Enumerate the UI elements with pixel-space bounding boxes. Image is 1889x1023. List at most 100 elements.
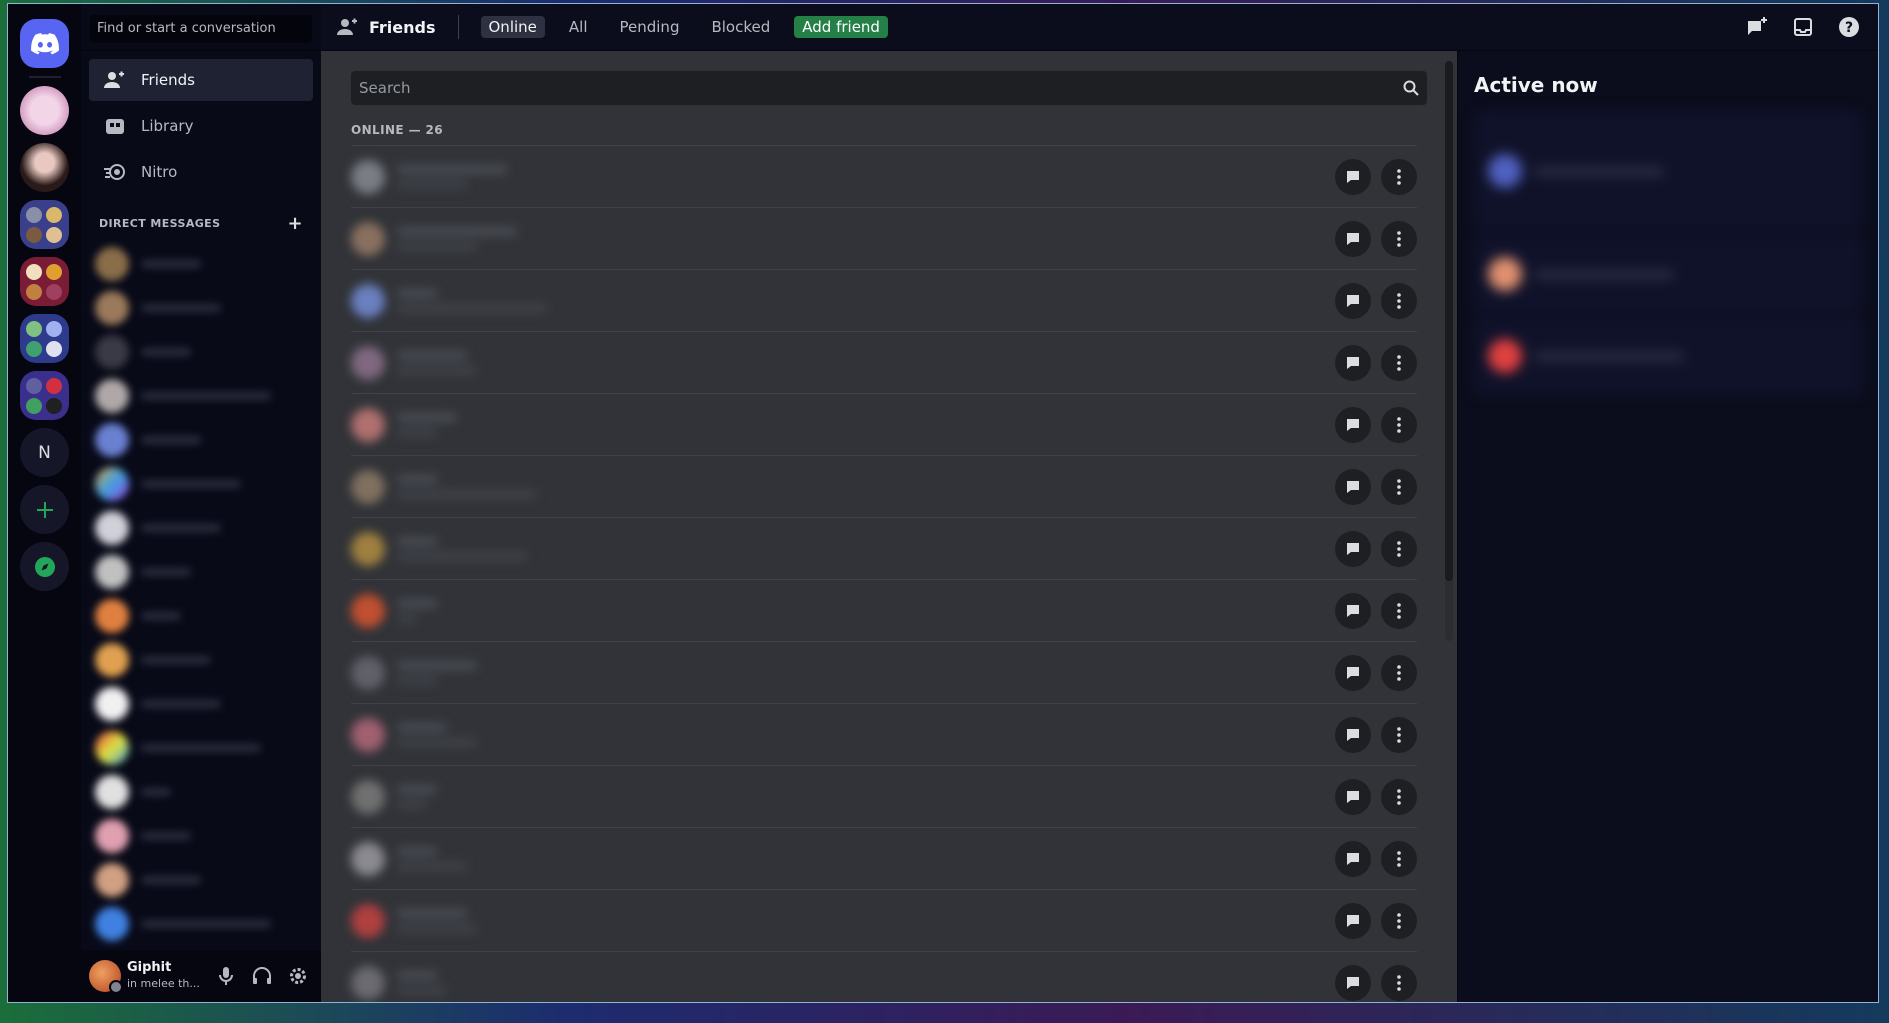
home-button[interactable] [20,19,69,68]
friend-row[interactable] [351,269,1417,331]
friend-row[interactable] [351,455,1417,517]
friend-row[interactable] [351,207,1417,269]
dm-item[interactable] [89,462,313,506]
active-now-card[interactable] [1474,111,1862,231]
nav-nitro[interactable]: Nitro [89,151,313,193]
message-icon[interactable] [1335,592,1371,629]
nav-library[interactable]: Library [89,105,313,147]
dm-header: DIRECT MESSAGES + [81,195,321,242]
friend-row[interactable] [351,331,1417,393]
friend-row[interactable] [351,951,1417,1002]
message-icon[interactable] [1335,964,1371,1001]
more-options-icon[interactable] [1381,964,1417,1001]
friend-info [351,469,871,504]
dm-search-button[interactable]: Find or start a conversation [90,15,312,43]
explore-servers-button[interactable] [20,542,69,591]
dm-item[interactable] [89,814,313,858]
user-meta[interactable]: Giphit in melee th... [127,960,205,992]
inbox-icon[interactable] [1790,14,1816,40]
dm-item[interactable] [89,418,313,462]
add-server-button[interactable] [20,485,69,534]
server-folder[interactable] [20,200,69,249]
active-now-card[interactable] [1474,235,1862,313]
nav-friends[interactable]: Friends [89,59,313,101]
dm-item[interactable] [89,682,313,726]
more-options-icon[interactable] [1381,158,1417,195]
microphone-icon[interactable] [211,961,241,991]
friend-row[interactable] [351,517,1417,579]
more-options-icon[interactable] [1381,654,1417,691]
headphones-icon[interactable] [247,961,277,991]
friend-avatar [351,903,385,938]
more-options-icon[interactable] [1381,468,1417,505]
friend-actions [1335,530,1417,567]
more-options-icon[interactable] [1381,530,1417,567]
message-icon[interactable] [1335,902,1371,939]
more-options-icon[interactable] [1381,220,1417,257]
message-icon[interactable] [1335,220,1371,257]
more-options-icon[interactable] [1381,592,1417,629]
friend-row[interactable] [351,827,1417,889]
friend-row[interactable] [351,393,1417,455]
more-options-icon[interactable] [1381,902,1417,939]
server-icon[interactable] [20,143,69,192]
dm-item[interactable] [89,726,313,770]
dm-item[interactable] [89,858,313,902]
create-dm-icon[interactable]: + [288,213,303,234]
message-icon[interactable] [1335,716,1371,753]
server-folder[interactable] [20,257,69,306]
message-icon[interactable] [1335,840,1371,877]
more-options-icon[interactable] [1381,716,1417,753]
tab-all[interactable]: All [561,16,596,38]
friend-row[interactable] [351,579,1417,641]
friend-search-input[interactable] [359,79,1366,97]
more-options-icon[interactable] [1381,406,1417,443]
dm-item[interactable] [89,770,313,814]
tab-blocked[interactable]: Blocked [703,16,778,38]
scrollbar[interactable] [1445,61,1453,641]
dm-item[interactable] [89,506,313,550]
friend-row[interactable] [351,889,1417,951]
dm-item[interactable] [89,286,313,330]
dm-item[interactable] [89,330,313,374]
friend-row[interactable] [351,641,1417,703]
more-options-icon[interactable] [1381,344,1417,381]
server-folder[interactable] [20,314,69,363]
dm-item[interactable] [89,902,313,946]
more-options-icon[interactable] [1381,778,1417,815]
more-options-icon[interactable] [1381,282,1417,319]
active-now-card[interactable] [1474,317,1862,395]
dm-item[interactable] [89,550,313,594]
message-icon[interactable] [1335,282,1371,319]
user-avatar[interactable] [89,960,123,994]
message-icon[interactable] [1335,530,1371,567]
topbar-actions: ? [1744,14,1862,40]
friend-row[interactable] [351,703,1417,765]
dm-item[interactable] [89,946,313,950]
server-folder[interactable] [20,371,69,420]
friend-row[interactable] [351,765,1417,827]
message-icon[interactable] [1335,344,1371,381]
server-icon[interactable] [20,86,69,135]
dm-item[interactable] [89,594,313,638]
help-icon[interactable]: ? [1836,14,1862,40]
dm-item[interactable] [89,242,313,286]
friend-row[interactable] [351,145,1417,207]
message-icon[interactable] [1335,778,1371,815]
message-icon[interactable] [1335,654,1371,691]
add-friend-button[interactable]: Add friend [794,16,888,38]
dm-item[interactable] [89,638,313,682]
friend-search-box[interactable] [351,71,1427,105]
new-group-dm-icon[interactable] [1744,14,1770,40]
friend-info [351,779,871,814]
tab-online[interactable]: Online [480,16,545,38]
friend-avatar [351,717,385,752]
server-letter-n[interactable]: N [20,428,69,477]
more-options-icon[interactable] [1381,840,1417,877]
message-icon[interactable] [1335,468,1371,505]
message-icon[interactable] [1335,158,1371,195]
settings-gear-icon[interactable] [283,961,313,991]
tab-pending[interactable]: Pending [612,16,688,38]
message-icon[interactable] [1335,406,1371,443]
dm-item[interactable] [89,374,313,418]
